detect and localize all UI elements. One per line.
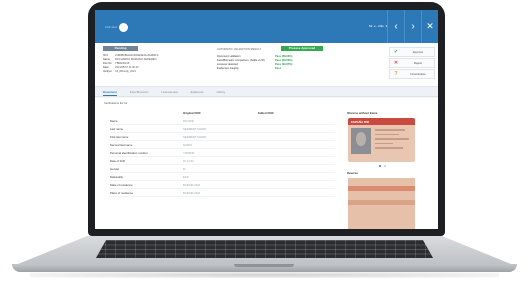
field-value: Cli_RDvedy_2021 <box>115 70 136 73</box>
ocr-value: SERMENT MARIN <box>183 127 207 131</box>
card-text-lines <box>375 129 411 152</box>
verifications-title: Verifications list for <box>104 101 128 105</box>
logo-icon <box>119 22 129 32</box>
close-button[interactable]: ✕ <box>421 10 438 43</box>
field-name: Name <box>110 119 118 123</box>
approved-badge: Process Approved <box>281 46 323 51</box>
tab-liveness-test[interactable]: Liveness test <box>161 87 177 96</box>
reject-button[interactable]: ✕ Reject <box>389 58 435 68</box>
detail-tabs: Document Face Biometric Liveness test Ev… <box>95 87 438 97</box>
close-icon: ✕ <box>426 21 434 31</box>
next-record-button[interactable]: › <box>404 10 421 43</box>
field-name: Nationality <box>110 175 124 179</box>
id-photo <box>351 128 371 154</box>
ocr-value: Y000030 <box>183 151 195 155</box>
status-badge: Pending <box>103 46 138 51</box>
laptop-shadow <box>30 272 499 278</box>
ocr-value: M <box>183 167 186 171</box>
ocr-value: MARIN <box>183 143 193 147</box>
laptop-mockup: mrz.one Mr. e - Allis ▾ ‹ › ✕ Pending ID… <box>0 0 529 289</box>
table-row: Personal identification number Y000030 <box>110 150 335 157</box>
ocr-value: BARCELONA <box>183 191 201 195</box>
tab-document[interactable]: Document <box>103 87 117 96</box>
check-label: Evidences integrity <box>217 67 239 70</box>
user-menu[interactable]: Mr. e - Allis ▾ <box>369 23 387 29</box>
field-label: Verifyer <box>103 70 112 73</box>
close-icon: ✕ <box>393 60 399 66</box>
card-header-band: ESPAÑA DNI <box>348 118 415 125</box>
question-icon: ? <box>394 71 398 77</box>
inconclusive-button[interactable]: ? Inconclusive <box>389 69 435 79</box>
app-logo[interactable]: mrz.one <box>105 21 129 33</box>
laptop-notch <box>234 264 294 267</box>
approve-label: Approve <box>412 50 424 54</box>
table-row: Place of residence BARCELONA <box>110 190 335 197</box>
face-portrait <box>356 132 366 146</box>
id-card-reverse-image[interactable] <box>348 178 415 229</box>
previous-record-button[interactable]: ‹ <box>387 10 404 43</box>
original-ocr-header: Original OCR <box>183 111 201 115</box>
summary-field: Verifyer Cli_RDvedy_2021 <box>103 70 136 74</box>
check-icon: ✓ <box>393 49 399 55</box>
tab-face-biometric[interactable]: Face Biometric <box>130 87 149 96</box>
ocr-value: ESP <box>183 175 189 179</box>
ocr-value: RICARD <box>183 119 194 123</box>
auto-validation-label: AUTOMATIC VALIDATION RESULT <box>217 48 262 51</box>
chevron-left-icon: ‹ <box>394 21 398 32</box>
approve-button[interactable]: ✓ Approve <box>389 47 435 57</box>
app-header: mrz.one Mr. e - Allis ▾ ‹ › ✕ <box>95 10 438 43</box>
ocr-value: 01.11.62 <box>183 159 194 163</box>
reject-label: Reject <box>414 61 422 65</box>
record-navigation: ‹ › ✕ <box>387 10 438 43</box>
document-panel: Verifications list for Original OCR Edit… <box>95 98 438 229</box>
table-row: Nationality ESP <box>110 174 335 181</box>
field-name: First last name <box>110 135 129 139</box>
tab-evidences[interactable]: Evidences <box>191 87 204 96</box>
table-row: First last name SERMENT MARIN <box>110 134 335 141</box>
image-carousel-dots[interactable] <box>379 165 386 167</box>
field-name: Last name <box>110 127 124 131</box>
chevron-right-icon: › <box>411 21 415 32</box>
ocr-value: SERMENT MARIN <box>183 135 207 139</box>
inconclusive-label: Inconclusive <box>410 72 426 76</box>
table-row: State of residence BARCELONA <box>110 182 335 189</box>
verification-summary: Pending ID # 21BDBF8E2a4n4R4E4E4A-8A4B4F… <box>95 43 438 87</box>
reverse-band <box>348 186 415 191</box>
reverse-title: Reverse <box>347 171 358 175</box>
field-name: Place of residence <box>110 191 134 195</box>
table-row: Name RICARD <box>110 118 335 125</box>
table-row: Date of birth 01.11.62 <box>110 158 335 165</box>
table-row: Gender M <box>110 166 335 173</box>
field-name: Gender <box>110 167 120 171</box>
carousel-dot[interactable] <box>384 165 386 167</box>
obverse-title: Obverse without frame <box>347 111 378 115</box>
reverse-band <box>348 200 415 205</box>
edited-ocr-header: Edited OCR <box>258 111 274 115</box>
field-name: Date of birth <box>110 159 126 163</box>
card-label: ESPAÑA DNI <box>351 120 370 124</box>
table-row: Second last name MARIN <box>110 142 335 149</box>
user-name: Mr. e - Allis <box>369 24 384 28</box>
field-name: Personal identification number <box>110 151 148 155</box>
ocr-value: BARCELONA <box>183 183 201 187</box>
check-result: Pass <box>275 67 282 70</box>
tab-library[interactable]: Library <box>217 87 226 96</box>
field-name: State of residence <box>110 183 133 187</box>
app-screen: mrz.one Mr. e - Allis ▾ ‹ › ✕ Pending ID… <box>95 10 438 229</box>
carousel-dot-active[interactable] <box>379 165 381 167</box>
check-row: Evidences integrity Pass <box>217 67 281 71</box>
table-row: Last name SERMENT MARIN <box>110 126 335 133</box>
id-card-obverse-image[interactable]: ESPAÑA DNI <box>348 118 415 162</box>
logo-text: mrz.one <box>105 25 118 29</box>
field-name: Second last name <box>110 143 133 147</box>
laptop-keyboard <box>96 240 433 258</box>
